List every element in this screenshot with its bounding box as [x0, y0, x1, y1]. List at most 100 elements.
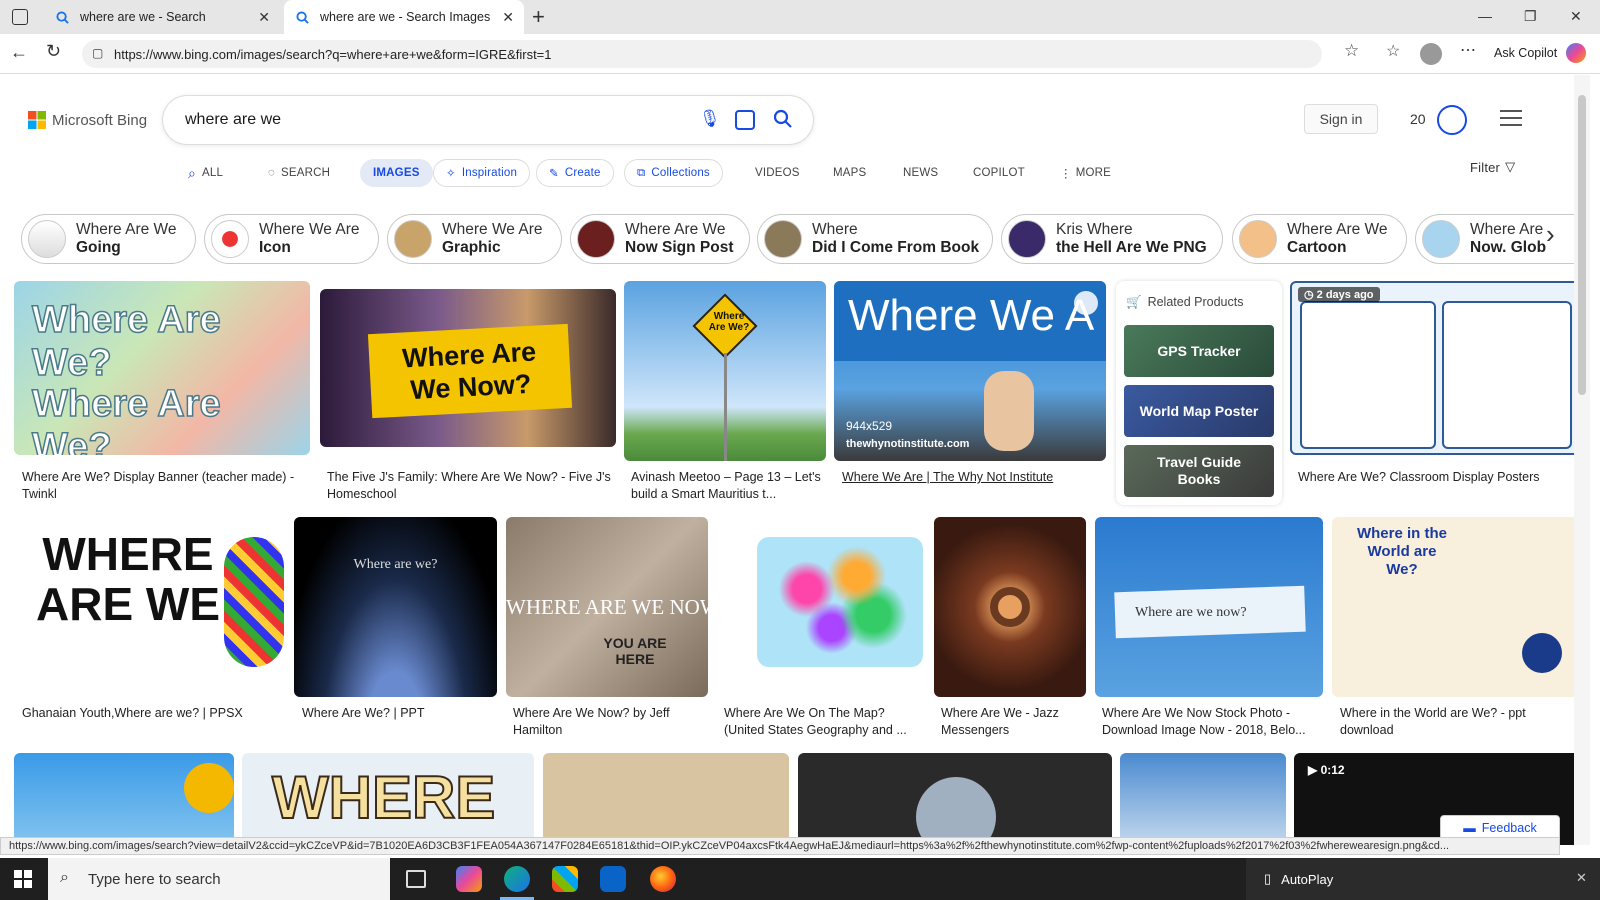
- collections-icon: ⧉: [637, 166, 646, 179]
- favorites-icon[interactable]: ☆: [1386, 41, 1400, 61]
- product-world-map-poster[interactable]: World Map Poster: [1124, 385, 1274, 437]
- result-image[interactable]: [934, 517, 1086, 697]
- search-input[interactable]: where are we: [185, 111, 281, 129]
- result-image[interactable]: WHERE: [242, 753, 534, 845]
- task-view-icon[interactable]: [406, 870, 426, 888]
- close-tab-icon[interactable]: ✕: [258, 9, 270, 26]
- related-chip[interactable]: Where Are We Now Sign Post: [570, 214, 750, 264]
- result-caption[interactable]: Where in the World are We? - ppt downloa…: [1340, 705, 1580, 739]
- result-caption[interactable]: Where Are We? | PPT: [302, 705, 497, 722]
- related-chip[interactable]: Where We Are Graphic: [387, 214, 562, 264]
- chevron-right-icon[interactable]: ›: [1546, 219, 1555, 250]
- nav-news[interactable]: NEWS: [903, 159, 938, 187]
- result-caption[interactable]: Where Are We On The Map? (United States …: [724, 705, 924, 739]
- nav-all[interactable]: ⌕ ALL: [188, 159, 223, 187]
- tab-search[interactable]: where are we - Search ✕: [44, 0, 280, 34]
- visual-search-icon[interactable]: [1074, 291, 1098, 315]
- feedback-icon: ▬: [1463, 821, 1476, 835]
- copilot-icon[interactable]: [456, 866, 482, 892]
- result-caption[interactable]: Where Are We? Display Banner (teacher ma…: [22, 469, 308, 503]
- tab-actions-icon[interactable]: [12, 9, 28, 25]
- result-caption[interactable]: Where Are We Now? by Jeff Hamilton: [513, 705, 708, 739]
- taskbar-search[interactable]: ⌕ Type here to search: [48, 858, 390, 900]
- result-image[interactable]: WHERE ARE WE NOW YOU ARE HERE: [506, 517, 708, 697]
- nav-create[interactable]: ✎ Create: [536, 159, 614, 187]
- inspiration-icon: ✧: [446, 168, 456, 180]
- result-image[interactable]: [717, 517, 925, 697]
- nav-inspiration[interactable]: ✧ Inspiration: [433, 159, 531, 187]
- tab-search-images[interactable]: where are we - Search Images ✕: [284, 0, 524, 34]
- rewards-count[interactable]: 20: [1410, 111, 1426, 127]
- rewards-icon[interactable]: [1437, 105, 1467, 135]
- back-icon[interactable]: ←: [10, 42, 28, 63]
- related-chip[interactable]: Where We Are Icon: [204, 214, 379, 264]
- related-chip[interactable]: Where Are We Going: [21, 214, 196, 264]
- store-icon[interactable]: [552, 866, 578, 892]
- page-scrollbar[interactable]: [1574, 75, 1590, 845]
- result-image[interactable]: WHERE ARE WE: [14, 517, 286, 697]
- product-travel-guide-books[interactable]: Travel Guide Books: [1124, 445, 1274, 497]
- result-image[interactable]: Where are we now?: [1095, 517, 1323, 697]
- result-image[interactable]: Where are we?: [294, 517, 497, 697]
- related-chip[interactable]: Where Are We Cartoon: [1232, 214, 1407, 264]
- bing-logo[interactable]: Microsoft Bing: [28, 111, 147, 129]
- new-tab-button[interactable]: +: [532, 4, 545, 30]
- nav-maps[interactable]: MAPS: [833, 159, 866, 187]
- windows-start-icon[interactable]: [14, 870, 32, 888]
- nav-search[interactable]: ◌ SEARCH: [268, 159, 330, 187]
- close-icon[interactable]: ✕: [1576, 870, 1587, 886]
- url-field[interactable]: ▢ https://www.bing.com/images/search?q=w…: [82, 40, 1322, 68]
- filter-button[interactable]: Filter ▽: [1470, 153, 1515, 181]
- nav-more[interactable]: ⋮ MORE: [1060, 159, 1111, 187]
- result-image[interactable]: [1120, 753, 1286, 845]
- nav-copilot[interactable]: COPILOT: [973, 159, 1025, 187]
- image-source[interactable]: thewhynotinstitute.com: [846, 438, 969, 450]
- result-image[interactable]: Where Are We? Where Are We?: [14, 281, 310, 455]
- sign-in-button[interactable]: Sign in: [1304, 104, 1378, 134]
- result-caption[interactable]: Where Are We - Jazz Messengers: [941, 705, 1086, 739]
- result-image[interactable]: Where in the World are We?: [1332, 517, 1582, 697]
- nav-images[interactable]: IMAGES: [360, 159, 433, 187]
- close-window-button[interactable]: ✕: [1570, 8, 1582, 25]
- minimize-button[interactable]: —: [1478, 8, 1492, 24]
- restore-button[interactable]: ❐: [1524, 8, 1537, 25]
- search-submit-icon[interactable]: [773, 109, 793, 134]
- result-image[interactable]: Where We A 944x529 thewhynotinstitute.co…: [834, 281, 1106, 461]
- scrollbar-thumb[interactable]: [1578, 95, 1586, 395]
- taskbar-search-input[interactable]: Type here to search: [88, 871, 221, 888]
- tab-title: where are we - Search: [80, 10, 206, 24]
- nav-collections[interactable]: ⧉ Collections: [624, 159, 723, 187]
- profile-avatar[interactable]: [1420, 43, 1442, 65]
- result-image[interactable]: ◷ 2 days ago: [1290, 281, 1582, 455]
- close-tab-icon[interactable]: ✕: [502, 9, 514, 26]
- search-box[interactable]: where are we 🎙: [163, 96, 813, 144]
- result-image[interactable]: Where Are We Now?: [320, 289, 616, 447]
- hamburger-menu-icon[interactable]: [1500, 110, 1522, 126]
- result-image[interactable]: [798, 753, 1112, 845]
- result-image[interactable]: Where Are We?: [624, 281, 826, 461]
- result-caption[interactable]: Where We Are | The Why Not Institute: [842, 469, 1104, 486]
- related-chip[interactable]: Kris Where the Hell Are We PNG: [1001, 214, 1223, 264]
- result-caption[interactable]: The Five J's Family: Where Are We Now? -…: [327, 469, 613, 503]
- more-icon[interactable]: ⋯: [1460, 40, 1476, 60]
- product-gps-tracker[interactable]: GPS Tracker: [1124, 325, 1274, 377]
- firefox-icon[interactable]: [650, 866, 676, 892]
- result-caption[interactable]: Where Are We Now Stock Photo - Download …: [1102, 705, 1322, 739]
- favorite-star-icon[interactable]: ☆: [1344, 41, 1359, 61]
- outlook-icon[interactable]: [600, 866, 626, 892]
- result-caption[interactable]: Ghanaian Youth,Where are we? | PPSX: [22, 705, 284, 722]
- autoplay-notification[interactable]: ▯ AutoPlay ✕: [1246, 858, 1600, 900]
- logo-text: Microsoft Bing: [52, 111, 148, 129]
- nav-videos[interactable]: VIDEOS: [755, 159, 800, 187]
- result-image[interactable]: [14, 753, 234, 845]
- related-chip[interactable]: Where Did I Come From Book: [757, 214, 993, 264]
- result-caption[interactable]: Where Are We? Classroom Display Posters: [1298, 469, 1584, 486]
- refresh-icon[interactable]: ↻: [46, 41, 61, 62]
- microphone-icon[interactable]: 🎙: [699, 109, 721, 129]
- edge-icon[interactable]: [504, 866, 530, 892]
- site-info-icon[interactable]: ▢: [92, 46, 103, 60]
- result-caption[interactable]: Avinash Meetoo – Page 13 – Let's build a…: [631, 469, 831, 503]
- result-image[interactable]: [543, 753, 789, 845]
- visual-search-icon[interactable]: [735, 110, 755, 130]
- ask-copilot-button[interactable]: Ask Copilot: [1494, 46, 1557, 60]
